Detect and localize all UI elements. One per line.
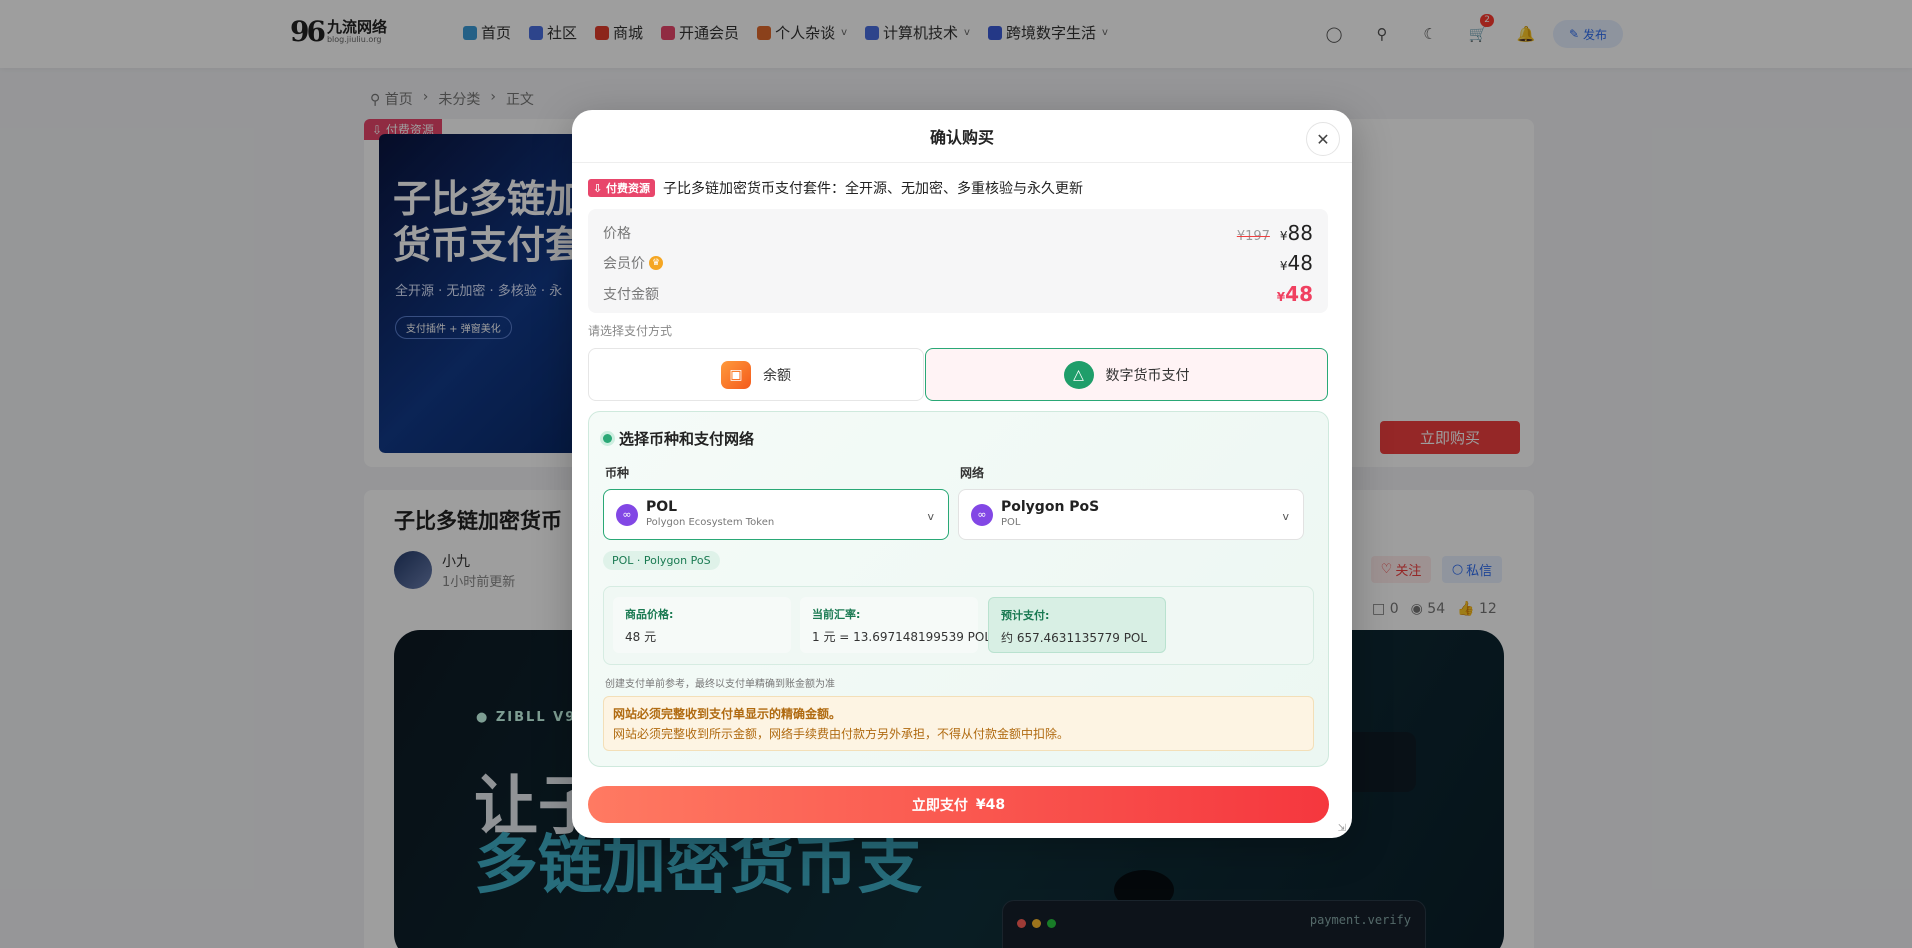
coin-name: POL (646, 499, 678, 515)
network-sub: POL (1001, 517, 1021, 528)
price-box: 价格 ¥197 ¥88 会员价 ♛ ¥48 支付金额 ¥48 (588, 209, 1328, 313)
pay-amount-label: 支付金额 (603, 287, 659, 303)
balance-label: 余额 (763, 367, 791, 384)
pay-now-button[interactable]: 立即支付 ¥48 (588, 786, 1329, 823)
network-select[interactable]: ∞ Polygon PoS POL v (958, 489, 1304, 540)
member-price-label: 会员价 (603, 256, 645, 272)
wallet-icon: ▣ (721, 360, 751, 389)
original-price: ¥197 (1236, 229, 1270, 244)
pay-button-amount: ¥48 (975, 796, 1006, 813)
price-value: 88 (1287, 221, 1313, 245)
balance-option[interactable]: ▣ 余额 (588, 348, 924, 401)
chevron-down-icon: v (1282, 510, 1289, 523)
coin-select[interactable]: ∞ POL Polygon Ecosystem Token v (603, 489, 949, 540)
purchase-modal: 确认购买 ✕ ⇩ 付费资源 子比多链加密货币支付套件：全开源、无加密、多重核验与… (572, 110, 1352, 838)
payment-warning: 网站必须完整收到支付单显示的精确金额。 网站必须完整收到所示金额，网络手续费由付… (603, 696, 1314, 751)
crypto-icon: △ (1063, 360, 1094, 389)
price-label: 价格 (603, 226, 631, 242)
modal-title: 确认购买 (572, 110, 1352, 163)
network-name: Polygon PoS (1001, 499, 1100, 515)
pay-amount-value: 48 (1285, 282, 1313, 306)
goods-price-value: 48 元 (625, 630, 657, 644)
payment-method-label: 请选择支付方式 (588, 324, 673, 338)
polygon-icon: ∞ (616, 503, 638, 526)
rate-value: 1 元 = 13.697148199539 POL (812, 630, 992, 644)
product-name: 子比多链加密货币支付套件：全开源、无加密、多重核验与永久更新 (663, 181, 1084, 197)
member-price-value: 48 (1287, 251, 1313, 275)
crown-icon: ♛ (649, 256, 663, 270)
network-field-label: 网络 (960, 466, 985, 480)
warning-title: 网站必须完整收到支付单显示的精确金额。 (613, 707, 842, 721)
crypto-label: 数字货币支付 (1105, 367, 1190, 384)
rate-note: 创建支付单前参考，最终以支付单精确到账金额为准 (605, 679, 835, 690)
product-line: ⇩ 付费资源 子比多链加密货币支付套件：全开源、无加密、多重核验与永久更新 (588, 178, 1083, 198)
crypto-option[interactable]: △ 数字货币支付 (925, 348, 1328, 401)
rate-box: 商品价格: 48 元 当前汇率: 1 元 = 13.697148199539 P… (603, 586, 1314, 665)
selected-network-chip: POL · Polygon PoS (603, 551, 720, 570)
polygon-icon: ∞ (971, 503, 993, 526)
estimate-cell: 预计支付: 约 657.4631135779 POL (988, 597, 1166, 653)
close-icon[interactable]: ✕ (1306, 122, 1340, 156)
product-tag: ⇩ 付费资源 (588, 179, 656, 197)
goods-price-cell: 商品价格: 48 元 (613, 597, 791, 653)
rate-cell: 当前汇率: 1 元 = 13.697148199539 POL (800, 597, 992, 653)
warning-body: 网站必须完整收到所示金额，网络手续费由付款方另外承担，不得从付款金额中扣除。 (613, 727, 1070, 741)
chevron-down-icon: v (927, 510, 934, 523)
coin-full-name: Polygon Ecosystem Token (646, 517, 775, 528)
pay-button-label: 立即支付 (911, 797, 968, 814)
coin-field-label: 币种 (605, 466, 630, 480)
crypto-panel-title: 选择币种和支付网络 (603, 428, 754, 449)
resize-handle-icon[interactable]: ⇲ (1338, 823, 1346, 834)
estimate-value: 约 657.4631135779 POL (1001, 631, 1148, 645)
crypto-panel: 选择币种和支付网络 币种 网络 ∞ POL Polygon Ecosystem … (588, 411, 1329, 767)
